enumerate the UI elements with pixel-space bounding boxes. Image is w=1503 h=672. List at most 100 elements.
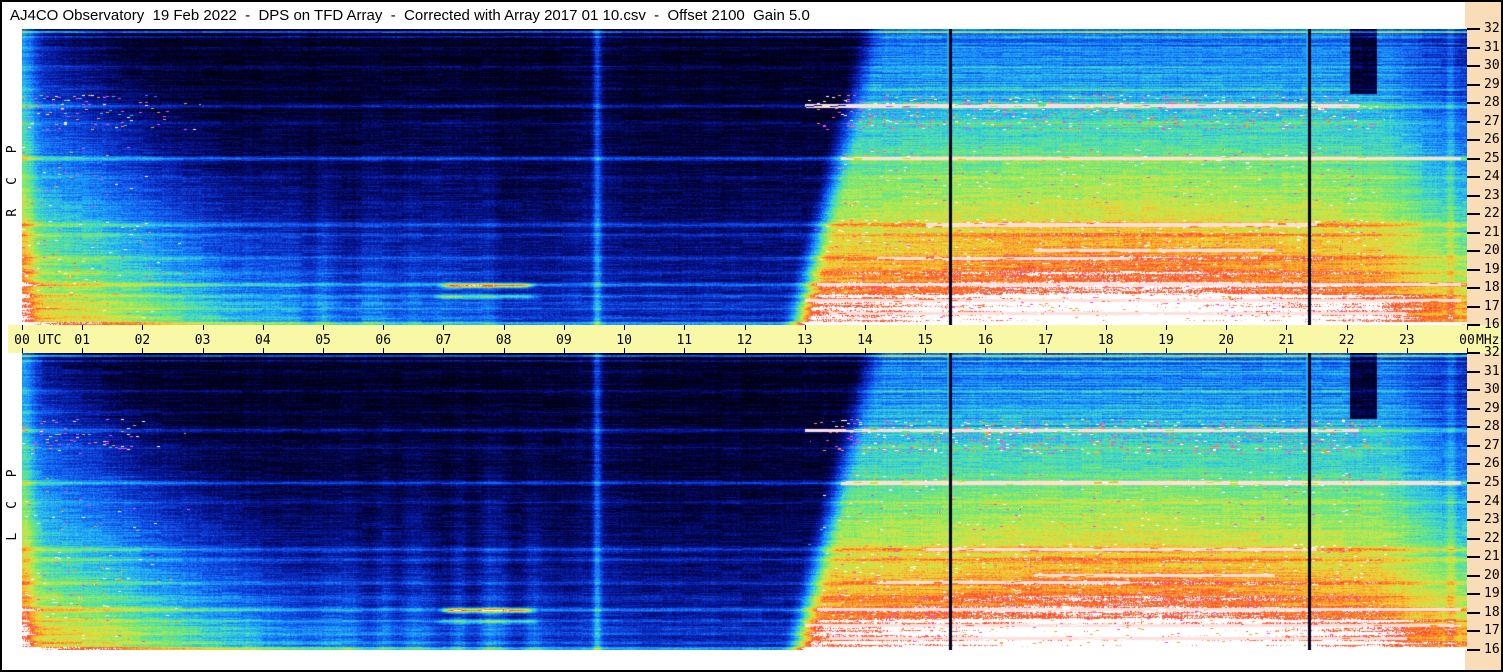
freq-tick <box>1467 630 1480 633</box>
freq-label: 18 <box>1484 604 1500 620</box>
hour-tick-bottom <box>684 348 686 353</box>
hour-label: 00 <box>1459 333 1475 348</box>
hour-tick-top <box>82 325 84 330</box>
hour-label: 01 <box>74 333 91 348</box>
hour-tick-bottom <box>624 348 626 353</box>
hour-tick-bottom <box>1406 348 1408 353</box>
freq-tick <box>1467 28 1480 30</box>
hour-tick-bottom <box>804 348 806 353</box>
hour-tick-top <box>624 325 626 330</box>
freq-label: 21 <box>1484 224 1500 240</box>
hour-tick-bottom <box>82 348 84 353</box>
freq-tick <box>1467 519 1480 522</box>
freq-tick <box>1467 370 1480 373</box>
freq-label: 22 <box>1484 530 1500 546</box>
hour-tick-top <box>1105 325 1107 330</box>
hour-label: 06 <box>375 333 392 348</box>
freq-tick <box>1467 305 1480 308</box>
freq-tick <box>1467 537 1480 540</box>
hour-tick-bottom <box>563 348 565 353</box>
freq-tick <box>1467 426 1480 429</box>
hour-tick-top <box>22 325 23 330</box>
hour-tick-top <box>142 325 144 330</box>
freq-label: 28 <box>1484 419 1500 435</box>
freq-tick <box>1467 287 1480 289</box>
freq-tick <box>1467 250 1480 252</box>
freq-tick <box>1467 611 1480 614</box>
freq-tick <box>1467 120 1480 123</box>
hour-tick-top <box>744 325 746 330</box>
freq-tick <box>1467 324 1480 326</box>
hour-label: 04 <box>255 333 271 348</box>
freq-label: 28 <box>1484 95 1500 110</box>
hour-label: 03 <box>194 333 211 348</box>
hour-label: 22 <box>1338 333 1355 348</box>
freq-label: 24 <box>1484 493 1500 509</box>
freq-label: 16 <box>1484 317 1500 332</box>
hour-tick-bottom <box>503 348 505 353</box>
freq-tick <box>1467 176 1480 178</box>
hour-tick-top <box>864 325 866 330</box>
spectrogram-panel-rcp <box>22 29 1467 325</box>
freq-label: 18 <box>1484 280 1500 295</box>
freq-tick <box>1467 593 1480 596</box>
hour-label: 12 <box>736 333 753 348</box>
freq-label: 32 <box>1484 21 1500 36</box>
hour-tick-top <box>1346 325 1348 330</box>
freq-tick <box>1467 352 1480 354</box>
hour-tick-top <box>383 325 385 330</box>
hour-tick-top <box>925 325 927 330</box>
hour-label: 07 <box>435 333 452 348</box>
hour-tick-bottom <box>22 348 23 353</box>
hour-tick-top <box>262 325 264 330</box>
hour-tick-bottom <box>202 348 204 353</box>
hour-tick-bottom <box>985 348 987 353</box>
hour-tick-bottom <box>323 348 325 353</box>
hour-tick-top <box>563 325 565 330</box>
hour-tick-top <box>503 325 505 330</box>
hour-tick-top <box>985 325 987 330</box>
freq-label: 22 <box>1484 206 1500 221</box>
hour-label: 11 <box>676 333 693 348</box>
freq-label: 19 <box>1484 586 1500 602</box>
hour-tick-top <box>1165 325 1167 330</box>
hour-tick-bottom <box>383 348 385 353</box>
freq-tick <box>1467 231 1480 234</box>
freq-label: 27 <box>1484 113 1500 129</box>
hour-tick-top <box>804 325 806 330</box>
freq-tick <box>1467 139 1480 141</box>
hour-label: 09 <box>556 333 572 348</box>
hour-tick-bottom <box>864 348 866 353</box>
freq-tick <box>1467 65 1480 67</box>
hour-tick-bottom <box>443 348 445 353</box>
hour-tick-top <box>443 325 445 330</box>
hour-label: 19 <box>1158 333 1174 348</box>
hour-tick-bottom <box>1286 348 1288 353</box>
freq-tick <box>1467 463 1480 466</box>
hour-label: 20 <box>1218 333 1234 348</box>
hour-label: 08 <box>495 333 512 348</box>
freq-label: 26 <box>1484 132 1500 147</box>
freq-label: 32 <box>1484 345 1500 360</box>
freq-label: 29 <box>1484 400 1500 416</box>
freq-label: 25 <box>1484 150 1500 166</box>
hour-tick-top <box>1406 325 1408 330</box>
hour-label: 21 <box>1278 333 1295 348</box>
polarization-label-lcp: L C P <box>5 461 20 541</box>
hour-label: 23 <box>1398 333 1415 348</box>
freq-label: 30 <box>1484 382 1500 398</box>
freq-tick <box>1467 500 1480 503</box>
freq-tick <box>1467 46 1480 49</box>
hour-label: 05 <box>315 333 331 348</box>
hour-tick-top <box>202 325 204 330</box>
freq-tick <box>1467 407 1480 410</box>
freq-tick <box>1467 481 1480 484</box>
spectrogram-page: AJ4CO Observatory 19 Feb 2022 - DPS on T… <box>0 0 1503 672</box>
freq-tick <box>1467 574 1480 577</box>
hour-label: 17 <box>1037 333 1054 348</box>
freq-label: 21 <box>1484 549 1500 565</box>
hour-label: 10 <box>616 333 632 348</box>
hour-tick-bottom <box>925 348 927 353</box>
freq-label: 19 <box>1484 261 1500 277</box>
hour-tick-top <box>323 325 325 330</box>
